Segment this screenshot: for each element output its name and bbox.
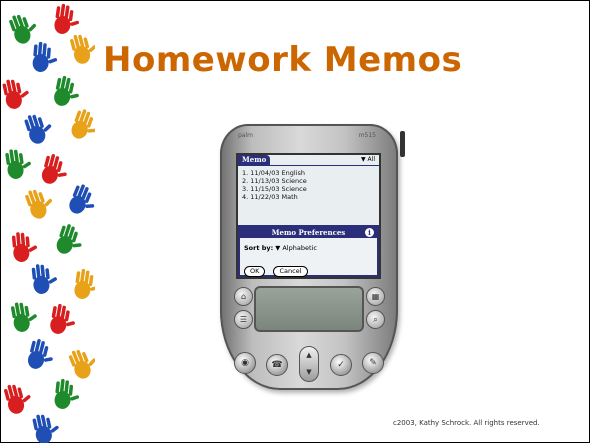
page-title: Homework Memos (103, 40, 463, 80)
memo-app-tab[interactable]: Memo (238, 155, 271, 165)
home-icon[interactable]: ⌂ (234, 287, 253, 306)
dialog-buttons: OK Cancel (244, 258, 311, 277)
calculator-icon[interactable]: ▦ (366, 287, 385, 306)
sort-dropdown[interactable]: ▼ Alphabetic (275, 244, 317, 252)
scroll-up-icon[interactable]: ▲ (300, 347, 318, 364)
dialog-title: Memo Preferences (271, 228, 346, 237)
stylus (400, 131, 405, 157)
memo-item[interactable]: 1. 11/04/03 English (242, 169, 307, 177)
memo-preferences-dialog: Memo Preferences i Sort by: ▼ Alphabetic… (238, 225, 379, 277)
memo-title-bar: Memo ▼ All (238, 155, 379, 166)
ok-button[interactable]: OK (244, 266, 266, 277)
memo-item[interactable]: 4. 11/22/03 Math (242, 193, 307, 201)
category-dropdown[interactable]: ▼ All (361, 155, 375, 165)
scroll-down-icon[interactable]: ▼ (300, 364, 318, 381)
memo-item[interactable]: 3. 11/15/03 Science (242, 185, 307, 193)
note-pad-button[interactable]: ✎ (362, 352, 384, 374)
device-screen: Memo ▼ All 1. 11/04/03 English 2. 11/13/… (236, 153, 381, 279)
graffiti-area[interactable] (254, 286, 364, 332)
device-model: m515 (358, 132, 376, 139)
menu-icon[interactable]: ☰ (234, 310, 253, 329)
info-icon[interactable]: i (365, 228, 374, 237)
handprint-border (1, 1, 95, 443)
copyright-notice: c2003, Kathy Schrock. All rights reserve… (393, 419, 540, 427)
memo-list: 1. 11/04/03 English 2. 11/13/03 Science … (242, 169, 307, 201)
date-book-button[interactable]: ◉ (234, 352, 256, 374)
address-book-button[interactable]: ☎ (266, 354, 288, 376)
cancel-button[interactable]: Cancel (273, 266, 308, 277)
find-icon[interactable]: ⌕ (366, 310, 385, 329)
memo-item[interactable]: 2. 11/13/03 Science (242, 177, 307, 185)
dialog-title-bar: Memo Preferences i (240, 227, 377, 238)
scroll-rocker[interactable]: ▲ ▼ (299, 346, 319, 382)
device-brand: palm (238, 132, 253, 139)
sort-label: Sort by: (244, 244, 274, 252)
palm-device-image: palm m515 Memo ▼ All 1. 11/04/03 English… (220, 124, 405, 390)
sort-row: Sort by: ▼ Alphabetic (244, 244, 317, 252)
handprint-pattern-icon (1, 3, 95, 443)
todo-button[interactable]: ✓ (330, 354, 352, 376)
